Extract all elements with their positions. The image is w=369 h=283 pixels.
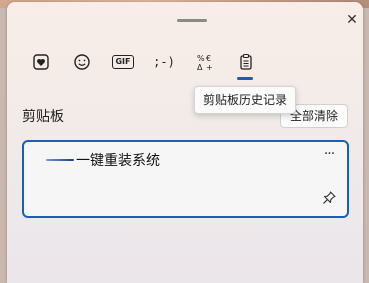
tab-kaomoji[interactable]: ;-) [147,48,181,76]
section-title: 剪贴板 [22,109,64,125]
clipboard-item-text: 一键重装系统 [76,153,160,169]
more-dots-icon[interactable]: ··· [320,147,338,164]
drag-handle[interactable] [177,19,207,22]
clipboard-icon [240,53,252,70]
close-icon[interactable]: ✕ [344,12,360,28]
pin-icon[interactable] [321,190,337,206]
svg-text:€: € [206,54,211,63]
clipboard-item[interactable]: 一键重装系统 ··· [22,140,349,218]
gif-icon: GIF [112,55,134,69]
svg-text:+: + [206,63,213,71]
symbols-icon: % € Δ + [197,54,213,71]
emoji-heart-icon [33,54,49,70]
tab-emoji[interactable] [24,48,58,76]
svg-text:%: % [197,54,205,63]
tooltip: 剪贴板历史记录 [194,86,296,114]
smiley-icon [74,54,90,70]
tab-clipboard[interactable] [229,48,263,76]
kaomoji-icon: ;-) [153,55,175,69]
tab-symbols[interactable]: % € Δ + [188,48,222,76]
selected-tab-indicator [237,77,253,80]
svg-text:Δ: Δ [197,63,203,71]
selection-caret [46,159,74,161]
tab-smiley[interactable] [65,48,99,76]
tab-gif[interactable]: GIF [106,48,140,76]
